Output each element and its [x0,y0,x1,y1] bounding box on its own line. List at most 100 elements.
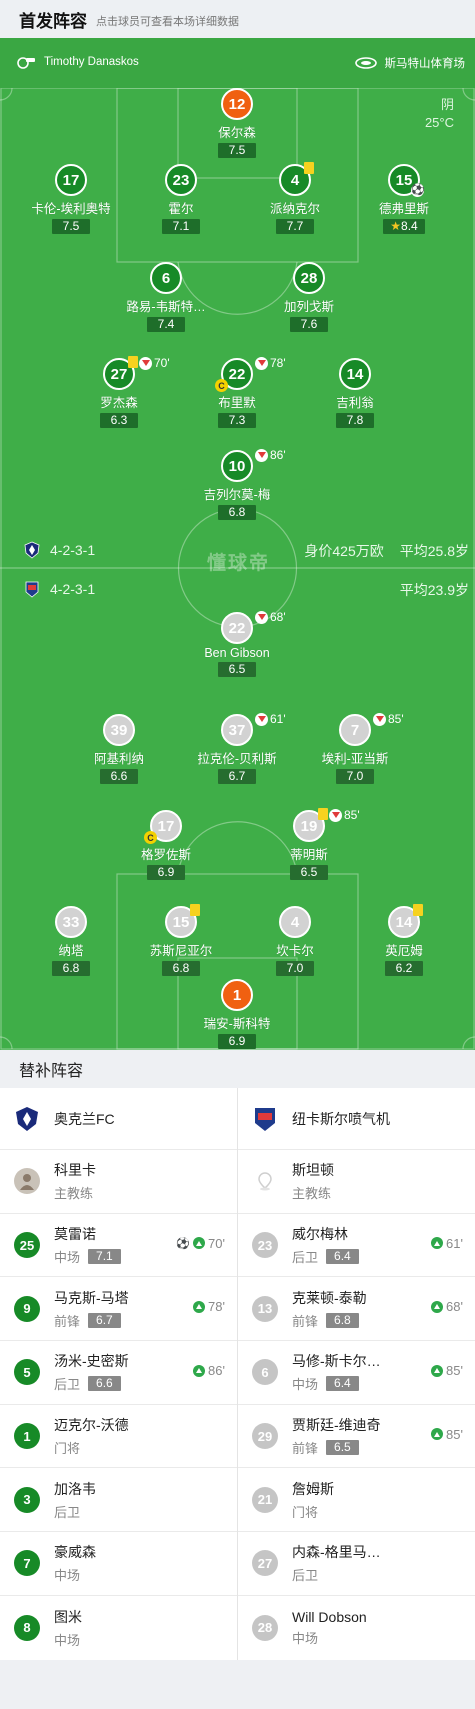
home-player-15[interactable]: 15 ⚽ 德弗里斯 ★8.4 [344,164,464,235]
referee-name: Timothy Danaskos [44,56,139,68]
away-sub-28[interactable]: 28 Will Dobson 中场 [238,1596,475,1660]
player-rating: 7.4 [147,317,185,332]
sub-position: 后卫 [54,1377,81,1393]
player-rating: ★8.4 [383,219,425,234]
home-player-27[interactable]: 27 罗杰森 6.3 70' [59,356,179,429]
sub-name: 莫雷诺 [54,1226,96,1243]
sub-off-icon [255,356,268,370]
yellow-card-icon [413,904,423,916]
sub-event: ⚽ 70' [176,1236,225,1251]
sub-position: 后卫 [292,1568,319,1584]
player-number: 6 [150,262,182,294]
sub-rating: 6.8 [326,1312,359,1328]
player-rating: 7.8 [336,413,374,428]
sub-on-icon [431,1428,444,1441]
player-rating: 7.6 [290,317,328,332]
player-number: 14 [339,358,371,390]
away-team-row[interactable]: 纽卡斯尔喷气机 [238,1088,475,1150]
player-number: 17 C [144,810,182,844]
home-sub-1[interactable]: 1 迈克尔-沃德 门将 [0,1405,237,1469]
player-rating: 6.6 [100,769,138,784]
lineup-header: 首发阵容 点击球员可查看本场详细数据 [0,0,475,38]
sub-position: 前锋 [54,1313,81,1329]
home-player-14[interactable]: 14 吉利翁 7.8 [295,358,415,429]
sub-minute: 70' [154,356,170,370]
away-player-15[interactable]: 15 苏斯尼亚尔 6.8 [121,904,241,977]
star-icon: ★ [390,219,402,233]
player-name: Ben Gibson [204,646,270,660]
sub-minute: 78' [270,356,286,370]
player-number: 15 ⚽ [388,164,425,197]
player-rating: 6.9 [218,1034,256,1049]
away-player-33[interactable]: 33 纳塔 6.8 [11,906,131,977]
home-player-12[interactable]: 12 保尔森 7.5 [177,88,297,159]
away-sub-21[interactable]: 21 詹姆斯 门将 [238,1468,475,1533]
home-player-6[interactable]: 6 路易-韦斯特… 7.4 [106,262,226,333]
away-player-37[interactable]: 37 拉克伦-贝利斯 6.7 61' [177,712,297,785]
away-sub-6[interactable]: 6 马修-斯卡尔… 中场 6.4 85' [238,1341,475,1405]
sub-position: 中场 [54,1632,81,1648]
home-player-28[interactable]: 28 加列戈斯 7.6 [249,262,369,333]
away-sub-29[interactable]: 29 贾斯廷-维迪奇 前锋 6.5 85' [238,1405,475,1469]
sub-number: 5 [14,1359,40,1386]
sub-position: 前锋 [292,1313,319,1329]
away-sub-13[interactable]: 13 克莱顿-泰勒 前锋 6.8 68' [238,1277,475,1342]
player-number: 22 [221,612,253,644]
home-player-10[interactable]: 10 吉列尔莫-梅 6.8 86' [177,448,297,521]
home-player-23[interactable]: 23 霍尔 7.1 [121,164,241,235]
away-player-19[interactable]: 19 蒂明斯 6.5 85' [249,808,369,881]
home-player-22[interactable]: 22 C 布里默 7.3 78' [177,356,297,429]
sub-event: 85' [431,1363,463,1378]
coach-role: 主教练 [292,1186,332,1202]
coach-name: 斯坦顿 [292,1162,334,1179]
player-number: 39 [103,714,135,746]
sub-position: 后卫 [54,1504,81,1520]
sub-number: 23 [252,1232,278,1259]
home-sub-25[interactable]: 25 莫雷诺 中场 7.1 ⚽ 70' [0,1214,237,1278]
sub-name: 图米 [54,1608,82,1625]
weather-temperature: 25°C [424,115,454,130]
player-name: 卡伦-埃利奥特 [31,202,111,216]
home-coach[interactable]: 科里卡 主教练 [0,1150,237,1214]
goal-ball-icon: ⚽ [411,184,425,197]
away-player-22[interactable]: 22 Ben Gibson 6.5 68' [177,610,297,678]
home-sub-5[interactable]: 5 汤米-史密斯 后卫 6.6 86' [0,1341,237,1405]
player-number: 23 [165,164,197,196]
home-player-4[interactable]: 4 派纳克尔 7.7 [235,162,355,235]
player-number: 12 [221,88,253,120]
home-sub-8[interactable]: 8 图米 中场 [0,1596,237,1660]
sub-rating: 6.5 [326,1440,359,1456]
player-name: 蒂明斯 [290,848,328,862]
away-coach[interactable]: 斯坦顿 主教练 [238,1150,475,1214]
away-player-7[interactable]: 7 埃利-亚当斯 7.0 85' [295,712,415,785]
weather-condition: 阴 [440,97,454,112]
away-sub-27[interactable]: 27 内森-格里马… 后卫 [238,1532,475,1596]
player-name: 霍尔 [168,202,194,216]
sub-on-icon [193,1300,206,1313]
home-player-17[interactable]: 17 卡伦-埃利奥特 7.5 [11,164,131,235]
away-player-17[interactable]: 17 C 格罗佐斯 6.9 [106,810,226,881]
home-sub-3[interactable]: 3 加洛韦 后卫 [0,1468,237,1533]
sub-minute: 78' [208,1299,225,1315]
sub-number: 25 [14,1232,40,1259]
home-team-row[interactable]: 奥克兰FC [0,1088,237,1150]
sub-on-icon [193,1364,206,1377]
sub-minute: 61' [270,712,286,726]
away-player-1[interactable]: 1 瑞安-斯科特 6.9 [177,979,297,1050]
away-player-4[interactable]: 4 坎卡尔 7.0 [235,906,355,977]
away-player-14[interactable]: 14 英厄姆 6.2 [344,904,464,977]
player-number: 14 [388,904,423,938]
sub-number: 6 [252,1359,278,1386]
sub-on-icon [431,1364,444,1377]
away-sub-23[interactable]: 23 威尔梅林 后卫 6.4 61' [238,1214,475,1278]
player-number-text: 22 [228,365,246,383]
sub-minute: 68' [446,1299,463,1315]
sub-rating: 6.6 [88,1376,121,1392]
sub-number: 7 [14,1550,40,1577]
home-sub-7[interactable]: 7 豪威森 中场 [0,1532,237,1596]
home-sub-9[interactable]: 9 马克斯-马塔 前锋 6.7 78' [0,1277,237,1342]
home-team-name: 奥克兰FC [54,1110,115,1127]
page-title: 首发阵容 [19,11,87,31]
sub-number: 21 [252,1486,278,1513]
away-player-39[interactable]: 39 阿基利纳 6.6 [59,714,179,785]
